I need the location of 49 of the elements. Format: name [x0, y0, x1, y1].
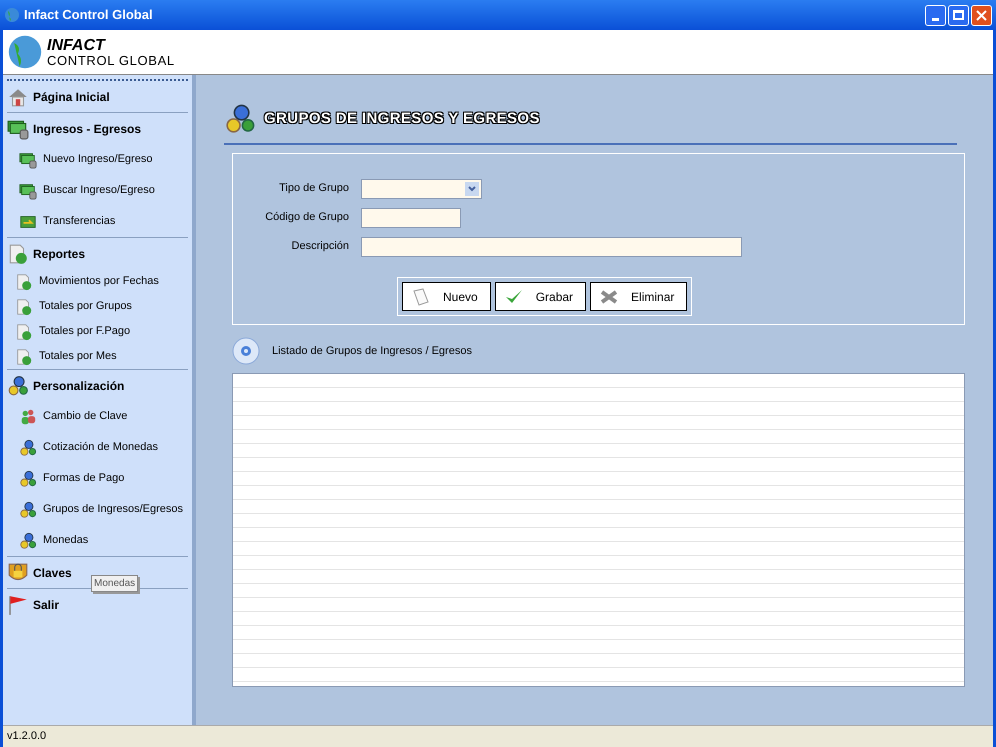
sidebar-section[interactable]: Ingresos - Egresos	[7, 113, 188, 144]
maximize-button[interactable]	[948, 4, 969, 26]
flag-icon	[7, 594, 29, 616]
sidebar-item[interactable]: Cambio de Clave	[7, 401, 188, 432]
sidebar-section[interactable]: Personalización	[7, 370, 188, 401]
report-icon	[15, 272, 33, 290]
report-icon	[7, 242, 29, 264]
money-icon	[19, 182, 37, 200]
sidebar-item[interactable]: Cotización de Monedas	[7, 432, 188, 463]
sidebar-item[interactable]: Transferencias	[7, 206, 188, 237]
list-title: Listado de Grupos de Ingresos / Egresos	[272, 344, 472, 359]
sidebar-item[interactable]: Movimientos por Fechas	[7, 269, 188, 294]
version-text: v1.2.0.0	[7, 729, 46, 744]
close-icon	[976, 10, 987, 20]
sidebar-item[interactable]: Totales por Grupos	[7, 294, 188, 319]
toolbar-button[interactable]: Nuevo	[402, 282, 491, 311]
sidebar-section[interactable]: Página Inicial	[7, 81, 188, 112]
sidebar-item[interactable]: Grupos de Ingresos/Egresos	[7, 494, 188, 525]
input-field[interactable]	[361, 208, 461, 228]
report-icon	[15, 348, 33, 366]
page-title: GRUPOS DE INGRESOS Y EGRESOS	[264, 108, 540, 129]
logo-subtitle: CONTROL GLOBAL	[47, 54, 175, 66]
sidebar-item[interactable]: Nuevo Ingreso/Egreso	[7, 144, 188, 175]
sidebar-section[interactable]: Salir	[7, 589, 188, 620]
disc-icon	[232, 337, 260, 365]
sidebar-section[interactable]: Reportes	[7, 238, 188, 269]
close-button[interactable]	[971, 4, 992, 26]
dropdown-field[interactable]	[361, 178, 482, 198]
report-icon	[15, 298, 33, 316]
logo-text: INFACT	[47, 38, 107, 54]
globe-icon	[4, 7, 20, 23]
report-icon	[15, 322, 33, 340]
globe-icon	[7, 34, 43, 70]
sidebar-item[interactable]: Totales por Mes	[7, 344, 188, 369]
field-label: Tipo de Grupo	[278, 181, 349, 196]
minimize-button[interactable]	[925, 4, 946, 26]
tooltip: Monedas	[91, 575, 138, 592]
field-label: Código de Grupo	[264, 210, 349, 226]
chevron-icon	[465, 182, 479, 196]
sidebar-item[interactable]: Formas de Pago	[7, 463, 188, 494]
users-icon	[19, 408, 37, 426]
money-icon	[19, 150, 37, 168]
toolbar-button[interactable]: Grabar	[494, 282, 586, 311]
field-label: Descripción	[290, 239, 349, 254]
input-field[interactable]	[361, 236, 742, 256]
window-title: Infact Control Global	[24, 6, 153, 24]
sidebar-item[interactable]: Monedas	[7, 525, 188, 556]
sidebar-item[interactable]: Totales por F.Pago	[7, 319, 188, 344]
sidebar-item[interactable]: Buscar Ingreso/Egreso	[7, 175, 188, 206]
